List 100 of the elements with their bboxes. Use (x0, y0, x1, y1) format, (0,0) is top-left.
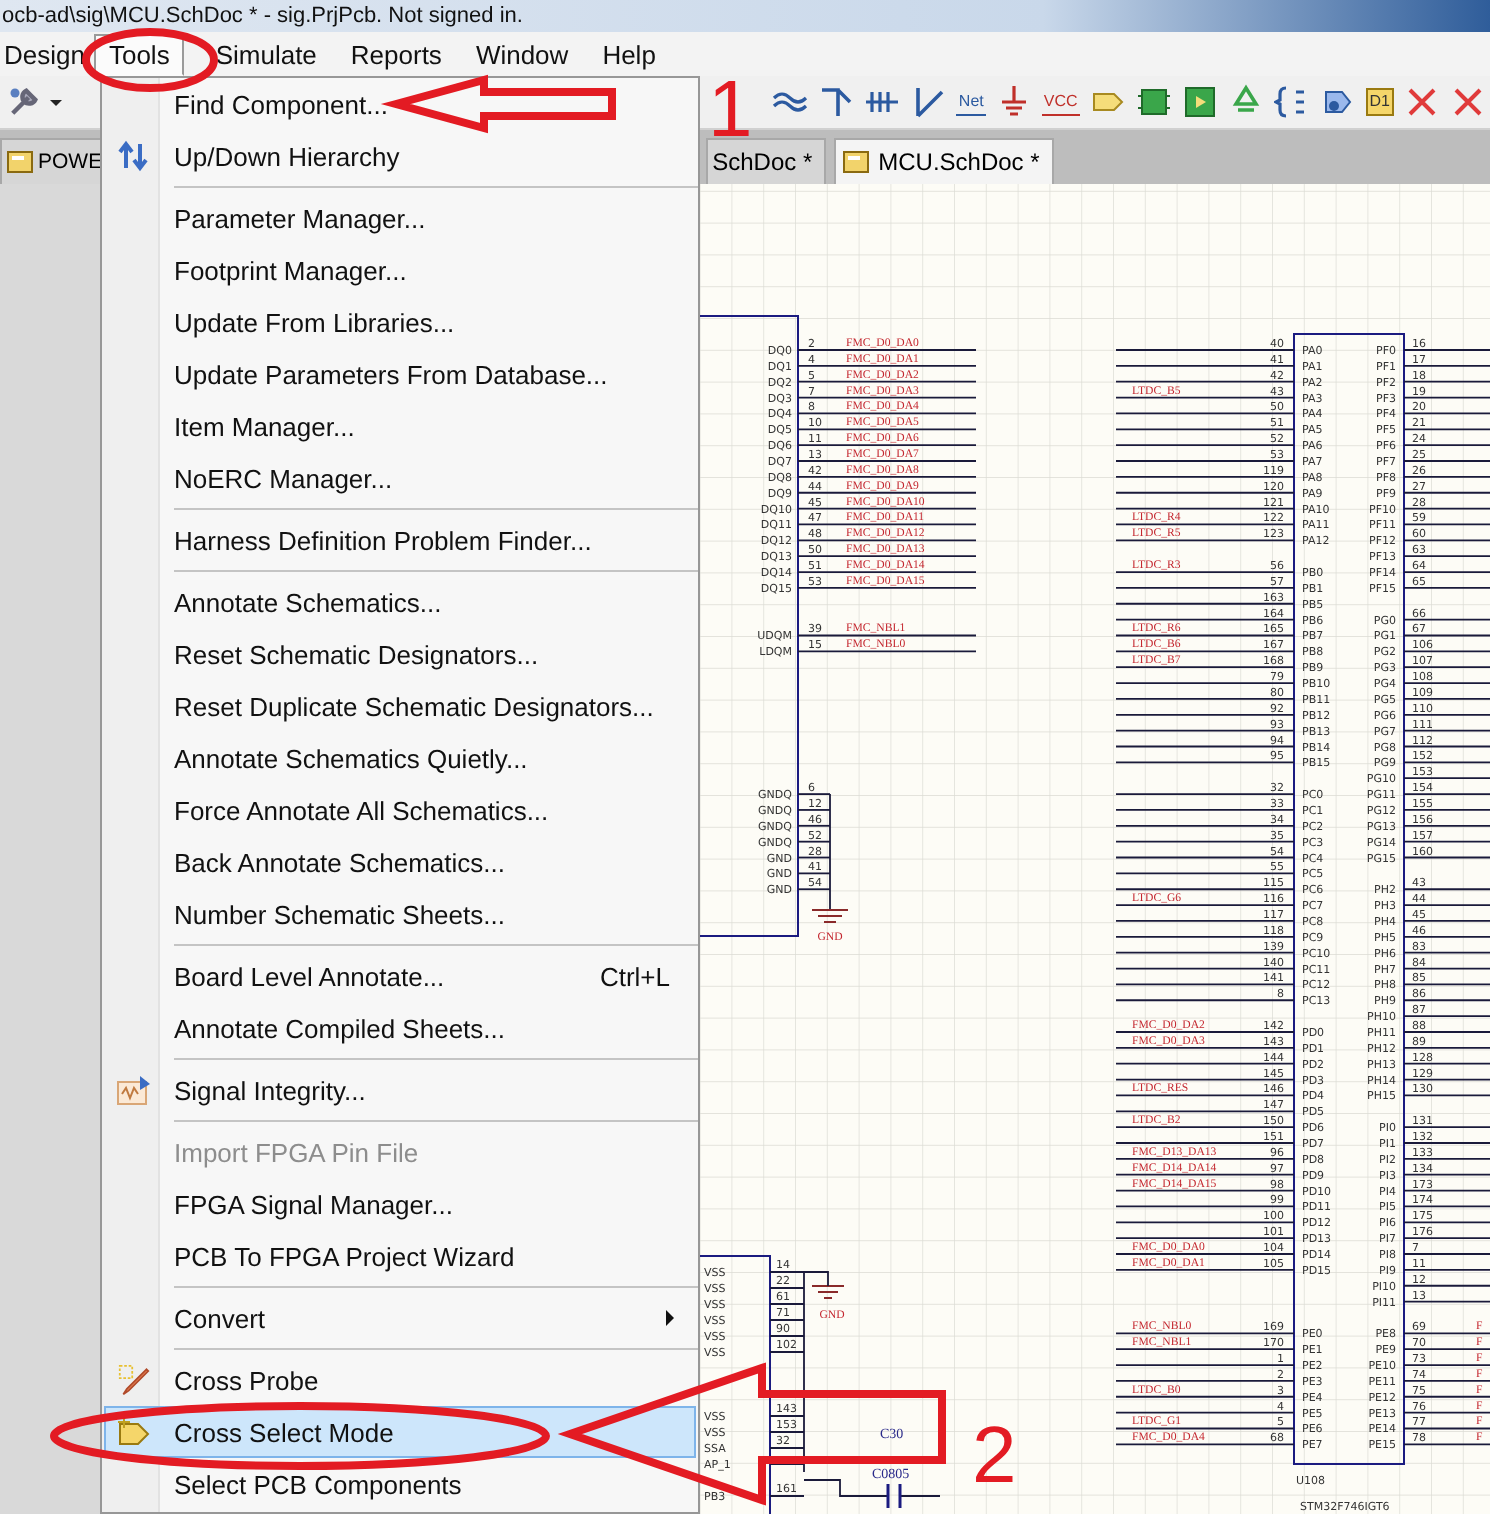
pencil-icon (116, 1364, 152, 1396)
wire (1403, 1380, 1490, 1382)
wire (1403, 983, 1490, 986)
up-down-arrows-icon (116, 140, 152, 172)
menu-item[interactable]: Up/Down Hierarchy (104, 130, 696, 182)
wire (1403, 1205, 1490, 1208)
menu-bar-item[interactable]: Reports (336, 33, 456, 75)
menu-item[interactable]: Footprint Manager... (104, 244, 696, 296)
wire (1403, 396, 1490, 399)
menu-item[interactable]: Cross Probe (104, 1354, 696, 1406)
ground-symbol (811, 909, 849, 923)
chip-icon[interactable] (1135, 84, 1172, 120)
wire (1403, 650, 1490, 653)
wire (1403, 713, 1490, 716)
wire (803, 1479, 941, 1497)
wire (1403, 1395, 1490, 1398)
wrench-icon[interactable] (6, 84, 42, 120)
menu-bar-item[interactable]: Help (588, 33, 670, 75)
sheet-icon[interactable] (1181, 84, 1218, 120)
port-arrow-icon (116, 1416, 152, 1448)
wire (1403, 698, 1490, 700)
menu-item[interactable]: Reset Schematic Designators... (104, 628, 696, 680)
wire (1403, 904, 1490, 906)
wire (1403, 1427, 1490, 1430)
wire (1403, 1253, 1490, 1255)
menu-item[interactable]: Select PCB Components (104, 1458, 696, 1510)
wire (1403, 1269, 1490, 1271)
wire (1403, 888, 1490, 891)
wire (1403, 1173, 1490, 1176)
wire (1403, 1078, 1490, 1081)
wire-icon[interactable] (910, 84, 947, 120)
wire (1403, 1126, 1490, 1129)
menu-item[interactable]: Force Annotate All Schematics... (104, 784, 696, 836)
document-icon (842, 150, 871, 174)
wire (1403, 1443, 1490, 1446)
menu-item[interactable]: Parameter Manager... (104, 192, 696, 244)
wire (1403, 1157, 1490, 1160)
menu-item[interactable]: FPGA Signal Manager... (104, 1178, 696, 1230)
wire (1403, 666, 1490, 669)
wire (1403, 999, 1490, 1002)
wire (1403, 682, 1490, 684)
menu-item[interactable]: Back Annotate Schematics... (104, 836, 696, 888)
menu-bar-item[interactable]: Design (0, 33, 95, 75)
menu-item[interactable]: Number Schematic Sheets... (104, 888, 696, 940)
wire (1403, 1031, 1490, 1033)
wire (1403, 761, 1490, 764)
wire (1403, 856, 1490, 859)
wire (1403, 587, 1490, 589)
wire (1403, 1094, 1490, 1097)
wire (1403, 571, 1490, 573)
entry-icon[interactable] (818, 84, 855, 120)
wire (1403, 777, 1490, 780)
window-title: ocb-ad\sig\MCU.SchDoc * - sig.PrjPcb. Not signed in. (0, 4, 523, 28)
wire (1403, 444, 1490, 447)
document-tab[interactable]: SchDoc * (706, 138, 827, 184)
wire (1403, 1221, 1490, 1224)
menu-item[interactable]: Item Manager... (104, 400, 696, 452)
wire (1403, 1332, 1490, 1335)
menu-item[interactable]: Annotate Schematics Quietly... (104, 732, 696, 784)
menu-item[interactable]: Update Parameters From Database... (104, 348, 696, 400)
menu-item[interactable]: NoERC Manager... (104, 452, 696, 504)
brace-icon[interactable] (1273, 84, 1310, 120)
capacitor-symbol (886, 1482, 902, 1510)
menu-bar-item[interactable]: Simulate (201, 33, 331, 75)
wire (1403, 951, 1490, 954)
wire (1403, 809, 1490, 811)
wire (1403, 967, 1490, 970)
wire (1403, 1348, 1490, 1351)
wire (1403, 793, 1490, 795)
menu-item[interactable]: Board Level Annotate... Ctrl+L (104, 950, 696, 1002)
wire (1403, 476, 1490, 478)
wire (1403, 935, 1490, 938)
wire (1403, 729, 1490, 732)
wire (1403, 1237, 1490, 1240)
menu-item[interactable]: Reset Duplicate Schematic Designators... (104, 680, 696, 732)
menu-item[interactable]: Find Component... (104, 78, 696, 130)
document-tab[interactable]: MCU.SchDoc * (834, 138, 1054, 184)
wire (1403, 412, 1490, 415)
off-sheet-icon[interactable]: D1 (1365, 88, 1394, 116)
wire (1403, 539, 1490, 542)
menu-bar-item[interactable]: Window (461, 33, 583, 75)
menu-item[interactable]: Update From Libraries... (104, 296, 696, 348)
menu-item[interactable]: Annotate Compiled Sheets... (104, 1002, 696, 1054)
menu-item[interactable]: Annotate Schematics... (104, 576, 696, 628)
signal-wave-icon (116, 1074, 152, 1106)
wire (1403, 840, 1490, 843)
wire (1403, 745, 1490, 748)
wire (1403, 1062, 1490, 1065)
wire (1403, 1189, 1490, 1192)
wire (1403, 555, 1490, 558)
annotation-number: 2 (972, 1412, 1017, 1500)
wire (1403, 618, 1490, 621)
wire (1403, 634, 1490, 637)
menu-item[interactable]: Signal Integrity... (104, 1064, 696, 1116)
menu-item[interactable]: PCB To FPGA Project Wizard (104, 1230, 696, 1282)
menu-item[interactable]: Harness Definition Problem Finder... (104, 514, 696, 566)
menu-item[interactable]: Convert (104, 1292, 696, 1344)
close-icon[interactable] (1450, 84, 1486, 120)
wire (1403, 920, 1490, 922)
close-icon[interactable] (1404, 84, 1440, 120)
